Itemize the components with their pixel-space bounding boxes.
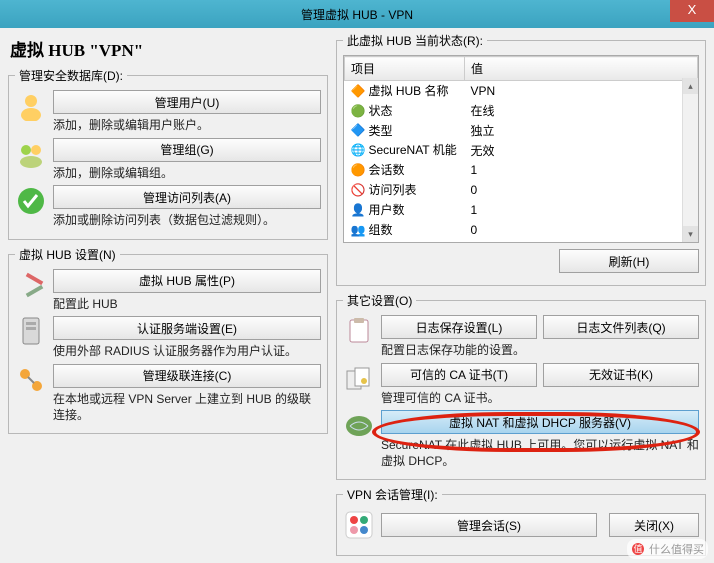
status-row[interactable]: 🟠会话数 1 bbox=[345, 160, 698, 180]
manage-sessions-button[interactable]: 管理会话(S) bbox=[381, 513, 597, 537]
close-dialog-button[interactable]: 关闭(X) bbox=[609, 513, 699, 537]
sessions-icon bbox=[343, 509, 375, 541]
status-row[interactable]: 👤用户数 1 bbox=[345, 200, 698, 220]
window-title: 管理虚拟 HUB - VPN bbox=[301, 6, 413, 23]
row-value: 0 bbox=[465, 180, 698, 200]
scroll-down-icon[interactable]: ▾ bbox=[683, 226, 698, 242]
hub-settings-legend: 虚拟 HUB 设置(N) bbox=[15, 246, 120, 263]
row-value: 无效 bbox=[465, 140, 698, 160]
row-icon: 🌐 bbox=[351, 143, 367, 159]
status-row[interactable]: 🔶虚拟 HUB 名称 VPN bbox=[345, 81, 698, 101]
row-value: 独立 bbox=[465, 121, 698, 141]
user-icon bbox=[15, 90, 47, 122]
clipboard-icon bbox=[343, 315, 375, 347]
log-settings-button[interactable]: 日志保存设置(L) bbox=[381, 315, 537, 339]
cascade-button[interactable]: 管理级联连接(C) bbox=[53, 364, 321, 388]
title-bar: 管理虚拟 HUB - VPN X bbox=[0, 0, 714, 28]
watermark: 值什么值得买 bbox=[627, 539, 708, 559]
close-button[interactable]: X bbox=[670, 0, 714, 22]
row-key: 状态 bbox=[369, 104, 393, 118]
row-icon: 👤 bbox=[351, 203, 367, 219]
cascade-desc: 在本地或远程 VPN Server 上建立到 HUB 的级联连接。 bbox=[53, 392, 321, 423]
link-icon bbox=[15, 364, 47, 396]
check-icon bbox=[15, 185, 47, 217]
hub-settings-group: 虚拟 HUB 设置(N) 虚拟 HUB 属性(P) 配置此 HUB 认证服务端设… bbox=[8, 246, 328, 434]
log-desc: 配置日志保存功能的设置。 bbox=[381, 343, 699, 359]
status-group: 此虚拟 HUB 当前状态(R): 项目 值 🔶虚拟 HUB 名称 VPN 🟢状态 在线… bbox=[336, 32, 706, 286]
row-icon: 🟠 bbox=[351, 163, 367, 179]
auth-server-button[interactable]: 认证服务端设置(E) bbox=[53, 316, 321, 340]
refresh-button[interactable]: 刷新(H) bbox=[559, 249, 699, 273]
manage-groups-button[interactable]: 管理组(G) bbox=[53, 138, 321, 162]
group-icon bbox=[15, 138, 47, 170]
row-value: 1 bbox=[465, 200, 698, 220]
row-icon: 🔷 bbox=[351, 123, 367, 139]
cert-icon bbox=[343, 363, 375, 395]
hub-title: 虚拟 HUB "VPN" bbox=[10, 36, 328, 61]
tools-icon bbox=[15, 269, 47, 301]
row-value: VPN bbox=[465, 81, 698, 101]
row-key: 类型 bbox=[369, 124, 393, 138]
hub-properties-button[interactable]: 虚拟 HUB 属性(P) bbox=[53, 269, 321, 293]
row-key: 会话数 bbox=[369, 163, 405, 177]
status-row[interactable]: ⚙MAC 表数3 bbox=[345, 240, 698, 243]
status-table: 项目 值 🔶虚拟 HUB 名称VPN🟢状态在线🔷类型独立🌐SecureNAT 机… bbox=[343, 55, 699, 243]
status-row[interactable]: 🔷类型 独立 bbox=[345, 121, 698, 141]
col-item[interactable]: 项目 bbox=[345, 57, 465, 81]
row-key: 组数 bbox=[369, 223, 393, 237]
manage-users-desc: 添加，删除或编辑用户账户。 bbox=[53, 118, 321, 134]
manage-acl-button[interactable]: 管理访问列表(A) bbox=[53, 185, 321, 209]
status-row[interactable]: 🟢状态 在线 bbox=[345, 101, 698, 121]
manage-groups-desc: 添加，删除或编辑组。 bbox=[53, 166, 321, 182]
row-value: 3 bbox=[465, 240, 698, 243]
row-icon: 👥 bbox=[351, 223, 367, 239]
row-value: 0 bbox=[465, 220, 698, 240]
virtual-nat-dhcp-button[interactable]: 虚拟 NAT 和虚拟 DHCP 服务器(V) bbox=[381, 410, 699, 434]
row-value: 在线 bbox=[465, 101, 698, 121]
manage-users-button[interactable]: 管理用户(U) bbox=[53, 90, 321, 114]
invalid-cert-button[interactable]: 无效证书(K) bbox=[543, 363, 699, 387]
security-db-group: 管理安全数据库(D): 管理用户(U) 添加，删除或编辑用户账户。 管理组(G)… bbox=[8, 67, 328, 240]
row-key: 访问列表 bbox=[369, 183, 417, 197]
row-icon: 🟢 bbox=[351, 104, 367, 120]
svg-text:值: 值 bbox=[633, 543, 642, 554]
row-key: 虚拟 HUB 名称 bbox=[369, 84, 449, 98]
status-row[interactable]: 🌐SecureNAT 机能无效 bbox=[345, 140, 698, 160]
row-icon: ⚙ bbox=[351, 242, 367, 243]
session-legend: VPN 会话管理(I): bbox=[343, 486, 442, 503]
row-key: 用户数 bbox=[369, 203, 405, 217]
status-legend: 此虚拟 HUB 当前状态(R): bbox=[343, 32, 487, 49]
server-icon bbox=[15, 316, 47, 348]
hub-properties-desc: 配置此 HUB bbox=[53, 297, 321, 313]
security-db-legend: 管理安全数据库(D): bbox=[15, 67, 127, 84]
scrollbar[interactable]: ▴ ▾ bbox=[682, 78, 698, 242]
auth-server-desc: 使用外部 RADIUS 认证服务器作为用户认证。 bbox=[53, 344, 321, 360]
nat-desc: SecureNAT 在此虚拟 HUB 上可用。您可以运行虚拟 NAT 和虚拟 D… bbox=[381, 438, 699, 469]
log-list-button[interactable]: 日志文件列表(Q) bbox=[543, 315, 699, 339]
col-value[interactable]: 值 bbox=[465, 57, 698, 81]
row-icon: 🔶 bbox=[351, 84, 367, 100]
ca-desc: 管理可信的 CA 证书。 bbox=[381, 391, 699, 407]
manage-acl-desc: 添加或删除访问列表（数据包过滤规则）。 bbox=[53, 213, 321, 229]
ca-cert-button[interactable]: 可信的 CA 证书(T) bbox=[381, 363, 537, 387]
row-value: 1 bbox=[465, 160, 698, 180]
nat-icon bbox=[343, 410, 375, 442]
other-settings-group: 其它设置(O) 日志保存设置(L) 日志文件列表(Q) 配置日志保存功能的设置。… bbox=[336, 292, 706, 480]
row-key: SecureNAT 机能 bbox=[369, 143, 457, 157]
status-row[interactable]: 👥组数 0 bbox=[345, 220, 698, 240]
other-settings-legend: 其它设置(O) bbox=[343, 292, 416, 309]
status-row[interactable]: 🚫访问列表 0 bbox=[345, 180, 698, 200]
row-icon: 🚫 bbox=[351, 183, 367, 199]
scroll-up-icon[interactable]: ▴ bbox=[683, 78, 698, 94]
